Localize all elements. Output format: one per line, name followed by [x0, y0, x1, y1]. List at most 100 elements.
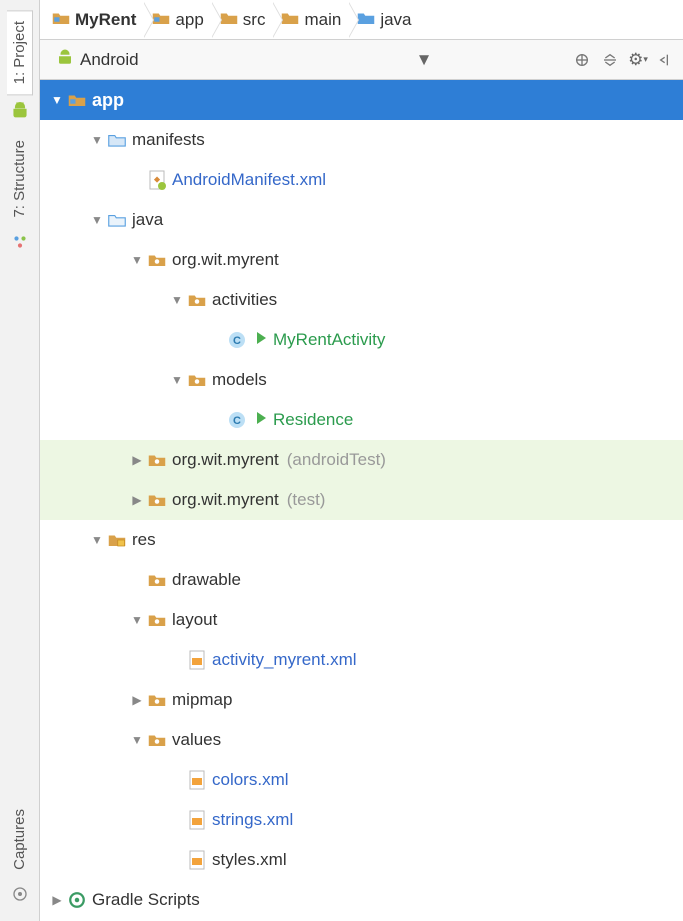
crumb-label: src — [243, 10, 266, 30]
node-label: manifests — [132, 130, 205, 150]
tree-node-drawable[interactable]: ▶ drawable — [40, 560, 683, 600]
tree-node-layout-xml[interactable]: ▶ activity_myrent.xml — [40, 640, 683, 680]
folder-icon — [106, 133, 128, 147]
breadcrumb-item[interactable]: main — [275, 0, 351, 39]
crumb-label: java — [380, 10, 411, 30]
folder-icon — [220, 10, 238, 30]
run-badge-icon — [255, 330, 267, 350]
tree-node-android-manifest[interactable]: ▶ ⬥ AndroidManifest.xml — [40, 160, 683, 200]
tool-window-tabs: 1: Project 7: Structure Captures — [0, 0, 40, 921]
expand-arrow-icon[interactable]: ▶ — [48, 893, 66, 907]
tab-structure[interactable]: 7: Structure — [7, 130, 32, 228]
project-toolbar: Android ▼ ⚙▾ — [40, 40, 683, 80]
node-suffix: (androidTest) — [287, 450, 386, 470]
node-label: models — [212, 370, 267, 390]
tree-node-class-residence[interactable]: ▶ C Residence — [40, 400, 683, 440]
xml-file-icon — [186, 650, 208, 670]
tree-node-models[interactable]: ▼ models — [40, 360, 683, 400]
breadcrumb-item[interactable]: java — [351, 0, 421, 39]
folder-icon — [106, 213, 128, 227]
tab-project[interactable]: 1: Project — [7, 10, 33, 95]
tree-node-package-test[interactable]: ▶ org.wit.myrent (test) — [40, 480, 683, 520]
tree-node-colors-xml[interactable]: ▶ colors.xml — [40, 760, 683, 800]
expand-arrow-icon[interactable]: ▶ — [128, 693, 146, 707]
expand-arrow-icon[interactable]: ▼ — [128, 733, 146, 747]
structure-icon — [13, 234, 27, 254]
folder-icon — [281, 10, 299, 30]
package-icon — [146, 573, 168, 587]
tree-node-class-myrentactivity[interactable]: ▶ C MyRentActivity — [40, 320, 683, 360]
node-label: AndroidManifest.xml — [172, 170, 326, 190]
module-folder-icon — [66, 93, 88, 107]
tree-node-res[interactable]: ▼ res — [40, 520, 683, 560]
node-label: res — [132, 530, 156, 550]
breadcrumb-item[interactable]: MyRent — [46, 0, 146, 39]
node-label: MyRentActivity — [273, 330, 385, 350]
tree-node-app[interactable]: ▼ app — [40, 80, 683, 120]
tab-project-label: 1: Project — [11, 21, 28, 84]
class-icon: C — [226, 331, 248, 349]
package-icon — [146, 253, 168, 267]
android-icon — [56, 48, 74, 71]
tree-node-package-androidtest[interactable]: ▶ org.wit.myrent (androidTest) — [40, 440, 683, 480]
chevron-down-icon[interactable]: ▼ — [415, 51, 433, 69]
expand-arrow-icon[interactable]: ▶ — [128, 453, 146, 467]
breadcrumb-item[interactable]: src — [214, 0, 276, 39]
tree-node-strings-xml[interactable]: ▶ strings.xml — [40, 800, 683, 840]
tree-node-layout[interactable]: ▼ layout — [40, 600, 683, 640]
tree-node-mipmap[interactable]: ▶ mipmap — [40, 680, 683, 720]
expand-arrow-icon[interactable]: ▶ — [128, 493, 146, 507]
tab-captures-label: Captures — [11, 809, 28, 870]
hide-icon[interactable] — [657, 51, 675, 69]
expand-arrow-icon[interactable]: ▼ — [128, 253, 146, 267]
tab-captures[interactable]: Captures — [7, 799, 32, 880]
tree-node-gradle-scripts[interactable]: ▶ Gradle Scripts — [40, 880, 683, 920]
node-suffix: (test) — [287, 490, 326, 510]
collapse-all-icon[interactable] — [601, 51, 619, 69]
tree-node-package[interactable]: ▼ org.wit.myrent — [40, 240, 683, 280]
node-label: values — [172, 730, 221, 750]
expand-arrow-icon[interactable]: ▼ — [88, 213, 106, 227]
node-label: org.wit.myrent (test) — [172, 490, 325, 510]
tree-node-java[interactable]: ▼ java — [40, 200, 683, 240]
breadcrumb-item[interactable]: app — [146, 0, 213, 39]
module-folder-icon — [152, 10, 170, 30]
node-label: drawable — [172, 570, 241, 590]
node-label: activity_myrent.xml — [212, 650, 357, 670]
tree-node-activities[interactable]: ▼ activities — [40, 280, 683, 320]
expand-arrow-icon[interactable]: ▼ — [88, 533, 106, 547]
tab-structure-label: 7: Structure — [11, 140, 28, 218]
node-label: strings.xml — [212, 810, 293, 830]
android-icon — [11, 101, 29, 124]
expand-arrow-icon[interactable]: ▼ — [168, 293, 186, 307]
expand-arrow-icon[interactable]: ▼ — [128, 613, 146, 627]
res-folder-icon — [106, 533, 128, 547]
project-view-selector[interactable]: Android — [48, 46, 153, 73]
node-label: colors.xml — [212, 770, 289, 790]
node-label: Gradle Scripts — [92, 890, 200, 910]
source-folder-icon — [357, 10, 375, 30]
node-label: java — [132, 210, 163, 230]
tree-node-values[interactable]: ▼ values — [40, 720, 683, 760]
tree-node-styles-xml[interactable]: ▶ styles.xml — [40, 840, 683, 880]
project-tree[interactable]: ▼ app ▼ manifests ▶ ⬥ AndroidManifest.xm… — [40, 80, 683, 921]
node-label: mipmap — [172, 690, 232, 710]
captures-icon — [12, 886, 28, 907]
svg-text:C: C — [233, 415, 241, 427]
crumb-label: MyRent — [75, 10, 136, 30]
xml-file-icon — [186, 770, 208, 790]
expand-arrow-icon[interactable]: ▼ — [48, 93, 66, 107]
expand-arrow-icon[interactable]: ▼ — [168, 373, 186, 387]
run-badge-icon — [255, 410, 267, 430]
breadcrumb: MyRent app src main java — [40, 0, 683, 40]
gear-icon[interactable]: ⚙▾ — [629, 51, 647, 69]
crumb-label: main — [304, 10, 341, 30]
expand-arrow-icon[interactable]: ▼ — [88, 133, 106, 147]
scroll-from-source-icon[interactable] — [573, 51, 591, 69]
node-label: styles.xml — [212, 850, 287, 870]
class-icon: C — [226, 411, 248, 429]
svg-text:⬥: ⬥ — [154, 174, 161, 184]
node-label: layout — [172, 610, 217, 630]
node-label: org.wit.myrent (androidTest) — [172, 450, 386, 470]
tree-node-manifests[interactable]: ▼ manifests — [40, 120, 683, 160]
